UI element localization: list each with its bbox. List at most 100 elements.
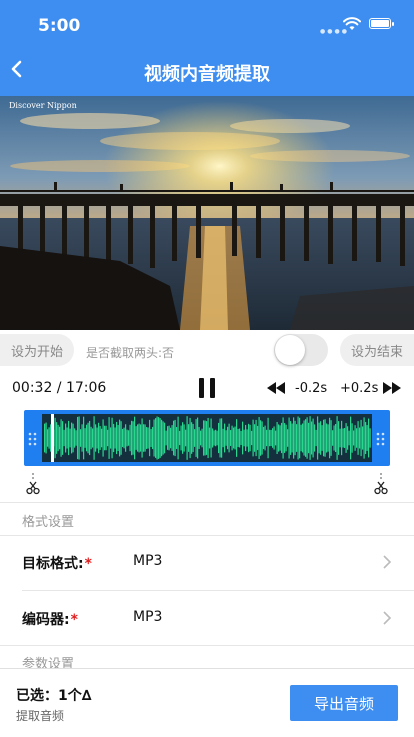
waveform-bar (236, 419, 238, 457)
waveform-bar (119, 419, 121, 457)
wifi-icon (343, 17, 361, 30)
waveform-bar (117, 424, 119, 452)
waveform-bar (75, 430, 77, 446)
waveform-bar (71, 422, 73, 454)
step-forward-button[interactable]: +0.2s (340, 381, 378, 396)
waveform-bar (96, 427, 98, 449)
trim-ends-toggle[interactable] (274, 334, 328, 366)
waveform-bar (347, 426, 349, 450)
waveform-bar (188, 424, 190, 452)
waveform-bar (359, 427, 361, 449)
waveform-bar (335, 423, 337, 453)
pause-icon[interactable] (199, 378, 215, 398)
left-trim-handle[interactable] (24, 410, 42, 466)
waveform-bar (69, 428, 71, 448)
waveform-bar (104, 425, 106, 451)
waveform-bar (354, 425, 356, 451)
target-format-value: MP3 (133, 553, 163, 569)
waveform-bar (45, 422, 47, 454)
waveform-bar (137, 424, 139, 452)
waveform-bar (263, 426, 265, 450)
waveform-bar (141, 418, 143, 458)
waveform-bar (87, 422, 89, 454)
audio-waveform[interactable] (24, 410, 390, 466)
waveform-bar (300, 424, 302, 452)
waveform-bar (200, 430, 202, 446)
scissors-icon-start[interactable] (26, 473, 40, 495)
waveform-bar (173, 420, 175, 456)
waveform-bar (344, 427, 346, 449)
status-time: 5:00 (38, 16, 81, 36)
waveform-bar (170, 427, 172, 449)
video-frame (0, 96, 414, 330)
waveform-bar (242, 421, 244, 455)
waveform-bar (239, 428, 241, 448)
waveform-bar (311, 421, 313, 455)
waveform-bar (159, 418, 161, 458)
waveform-bar (180, 425, 182, 451)
waveform-bar (221, 418, 223, 458)
chevron-right-icon (383, 611, 392, 625)
waveform-bar (158, 417, 160, 459)
waveform-bar (285, 424, 287, 452)
waveform-bar (77, 416, 79, 460)
waveform-bar (317, 416, 319, 460)
waveform-bar (57, 424, 59, 452)
waveform-bar (321, 425, 323, 451)
scissors-icon-end[interactable] (374, 473, 388, 495)
waveform-bar (131, 420, 133, 456)
waveform-bar (254, 424, 256, 452)
waveform-bar (348, 430, 350, 446)
waveform-bar (272, 428, 274, 448)
waveform-bar (288, 417, 290, 459)
video-preview[interactable]: Discover Nippon (0, 96, 414, 330)
divider (0, 535, 414, 536)
waveform-bar (150, 429, 152, 447)
app-header: 5:00 ●●●● 视频内音频提取 (0, 0, 414, 96)
set-start-button[interactable]: 设为开始 (0, 334, 74, 366)
waveform-bar (296, 424, 298, 452)
waveform-bar (351, 423, 353, 453)
encoder-value: MP3 (133, 609, 163, 625)
waveform-bar (203, 420, 205, 456)
bottom-bar: 已选：1个∆ 提取音频 导出音频 (0, 668, 414, 737)
waveform-bar (329, 417, 331, 459)
waveform-bar (227, 426, 229, 450)
waveform-bar (309, 416, 311, 460)
waveform-bar (336, 416, 338, 460)
waveform-bar (266, 429, 268, 447)
waveform-bar (120, 421, 122, 455)
right-trim-handle[interactable] (372, 410, 390, 466)
waveform-bar (84, 428, 86, 448)
waveform-bar (315, 429, 317, 447)
waveform-bar (165, 430, 167, 446)
waveform-bar (257, 425, 259, 451)
waveform-bar (89, 420, 91, 456)
waveform-bar (326, 423, 328, 453)
waveform-bar (171, 425, 173, 451)
waveform-bar (327, 424, 329, 452)
playhead[interactable] (51, 414, 54, 462)
fast-forward-icon[interactable] (383, 382, 401, 394)
waveform-bar (210, 418, 212, 458)
waveform-bar (360, 419, 362, 457)
rewind-icon[interactable] (267, 382, 285, 394)
waveform-bar (305, 419, 307, 457)
waveform-bar (276, 421, 278, 455)
timecode: 00:32 / 17:06 (12, 380, 107, 396)
waveform-bar (353, 430, 355, 446)
waveform-bar (167, 426, 169, 450)
export-audio-button[interactable]: 导出音频 (290, 685, 398, 721)
waveform-bar (350, 416, 352, 460)
waveform-bar (155, 418, 157, 458)
waveform-bar (270, 429, 272, 447)
set-end-button[interactable]: 设为结束 (340, 334, 414, 366)
step-back-button[interactable]: -0.2s (295, 381, 327, 396)
waveform-bar (105, 425, 107, 451)
waveform-bar (258, 417, 260, 459)
waveform-bar (213, 430, 215, 446)
page-title: 视频内音频提取 (144, 64, 270, 85)
waveform-bar (255, 419, 257, 457)
waveform-bar (233, 427, 235, 449)
battery-icon (369, 18, 394, 29)
